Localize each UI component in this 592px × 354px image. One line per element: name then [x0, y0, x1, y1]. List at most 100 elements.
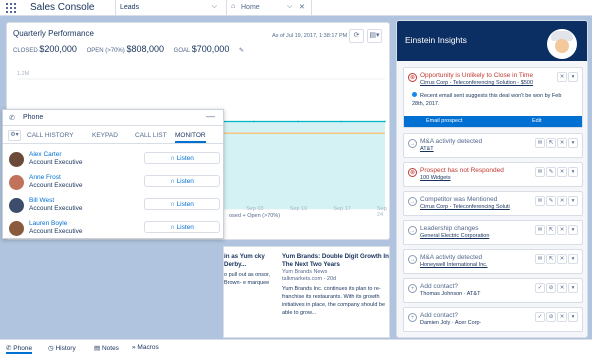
- listen-button[interactable]: ∩ Listen: [144, 198, 220, 210]
- insight-title[interactable]: Add contact?: [420, 283, 458, 290]
- tab-keypad[interactable]: KEYPAD: [92, 132, 118, 139]
- insight-record-link[interactable]: Honeywell International Inc.: [420, 262, 488, 268]
- block-icon[interactable]: ⊘: [546, 283, 556, 293]
- agent-name[interactable]: Alex Carter: [29, 151, 62, 158]
- agent-name[interactable]: Bill West: [29, 197, 54, 204]
- chevron-down-icon[interactable]: ▾: [568, 196, 578, 206]
- close-icon[interactable]: ✕: [557, 138, 567, 148]
- card-title: Quarterly Performance: [13, 29, 94, 38]
- close-icon[interactable]: ✕: [557, 196, 567, 206]
- insight-title[interactable]: Competitor was Mentioned: [420, 196, 497, 203]
- home-icon: ⌂: [231, 3, 236, 10]
- share-icon[interactable]: ⇱: [546, 254, 556, 264]
- email-icon[interactable]: ✉: [535, 225, 545, 235]
- insight-record-link[interactable]: General Electric Corporation: [420, 233, 489, 239]
- news-title[interactable]: Yum Brands: Double Digit Growth In The N…: [282, 253, 390, 269]
- minimize-button[interactable]: —: [206, 111, 215, 121]
- close-icon[interactable]: ✕: [557, 167, 567, 177]
- email-icon[interactable]: ✉: [535, 254, 545, 264]
- calendar-menu-button[interactable]: ▤▾: [367, 29, 382, 43]
- listen-button[interactable]: ∩ Listen: [144, 221, 220, 233]
- object-nav-tab[interactable]: Leads ⌵: [115, 0, 225, 16]
- chevron-down-icon[interactable]: ▾: [568, 283, 578, 293]
- data-point: [297, 120, 299, 123]
- einstein-header: Einstein Insights: [397, 21, 587, 61]
- insight-title[interactable]: Prospect has not Responded: [420, 167, 504, 174]
- check-icon[interactable]: ✓: [535, 283, 545, 293]
- agent-name[interactable]: Anne Frost: [29, 174, 61, 181]
- agent-name[interactable]: Lauren Boyle: [29, 220, 67, 227]
- chevron-down-icon[interactable]: ▾: [568, 254, 578, 264]
- app-launcher-icon[interactable]: [6, 3, 16, 13]
- insight-record-link[interactable]: Damien Joly · Acer Corp·: [420, 320, 481, 326]
- refresh-button[interactable]: ⟳: [349, 29, 364, 43]
- arrow-right-icon: →: [408, 197, 417, 206]
- agent-role: Account Executive: [29, 228, 83, 235]
- chevron-down-icon[interactable]: ▾: [568, 167, 578, 177]
- tab-monitor[interactable]: MONITOR: [175, 132, 206, 143]
- utility-item-macros[interactable]: » Macros: [132, 344, 159, 351]
- chevron-down-icon[interactable]: ⌵: [212, 3, 217, 11]
- news-card: in as Yum cky Derby... o pull out as ons…: [223, 246, 390, 338]
- gear-icon[interactable]: ⚙▾: [8, 130, 21, 141]
- listen-button[interactable]: ∩ Listen: [144, 175, 220, 187]
- check-icon[interactable]: ✓: [535, 312, 545, 322]
- insight-record-link[interactable]: Thomas Johnson · AT&T: [420, 291, 480, 297]
- alert-icon: ⊗: [408, 73, 417, 82]
- email-icon[interactable]: ✉: [535, 138, 545, 148]
- chevron-down-icon[interactable]: ▾: [568, 72, 578, 82]
- edit-button[interactable]: Edit: [532, 116, 541, 127]
- insight-note-text: Recent email sent suggests this deal won…: [412, 93, 562, 107]
- edit-icon[interactable]: ✎: [546, 196, 556, 206]
- share-icon[interactable]: ⇱: [546, 225, 556, 235]
- email-icon[interactable]: ✉: [535, 167, 545, 177]
- share-icon[interactable]: ⇱: [546, 138, 556, 148]
- chevron-down-icon[interactable]: ▾: [568, 312, 578, 322]
- chevron-down-icon[interactable]: ▾: [568, 138, 578, 148]
- close-icon[interactable]: ✕: [557, 283, 567, 293]
- edit-icon[interactable]: ✎: [546, 167, 556, 177]
- avatar: [9, 221, 24, 236]
- utility-item-history[interactable]: ◷ History: [48, 344, 76, 352]
- agent-role: Account Executive: [29, 182, 83, 189]
- close-icon[interactable]: ✕: [557, 72, 567, 82]
- insight-title[interactable]: Opportunity is Unlikely to Close in Time: [420, 72, 533, 79]
- news-title[interactable]: in as Yum cky Derby...: [224, 253, 276, 269]
- tab-call-history[interactable]: CALL HISTORY: [27, 132, 73, 139]
- insight-record-link[interactable]: AT&T: [420, 146, 434, 152]
- block-icon[interactable]: ⊘: [546, 312, 556, 322]
- insight-title[interactable]: M&A activity detected: [420, 254, 482, 261]
- insight-title[interactable]: Add contact?: [420, 312, 458, 319]
- close-icon[interactable]: ✕: [557, 312, 567, 322]
- insight-title[interactable]: Leadership changes: [420, 225, 479, 232]
- close-icon[interactable]: ✕: [557, 254, 567, 264]
- close-icon[interactable]: ✕: [557, 225, 567, 235]
- tab-call-list[interactable]: CALL LIST: [135, 132, 167, 139]
- chart-legend: osed + Open (>70%): [229, 213, 281, 219]
- workspace-tab-home[interactable]: ⌂ Home ⌵ ✕: [226, 0, 312, 16]
- utility-item-phone[interactable]: ✆ Phone: [6, 344, 33, 354]
- utility-item-notes[interactable]: ▤ Notes: [94, 344, 119, 352]
- news-item[interactable]: in as Yum cky Derby... o pull out as ons…: [224, 253, 276, 287]
- phone-header: ✆ Phone —: [3, 110, 223, 126]
- phone-panel: ✆ Phone — ⚙▾ CALL HISTORY KEYPAD CALL LI…: [2, 109, 224, 239]
- agent-row: Bill West Account Executive ∩ Listen: [9, 196, 220, 218]
- listen-button[interactable]: ∩ Listen: [144, 152, 220, 164]
- close-icon[interactable]: ✕: [299, 3, 305, 11]
- insight-record-link[interactable]: Cirrus Corp - Teleconferencing Soluti: [420, 204, 538, 210]
- pencil-icon[interactable]: ✎: [239, 48, 244, 54]
- insight-record-link[interactable]: 100 Widgets: [420, 175, 451, 181]
- open-label: OPEN (>70%): [86, 48, 125, 54]
- news-item[interactable]: Yum Brands: Double Digit Growth In The N…: [282, 253, 390, 317]
- email-prospect-button[interactable]: Email prospect: [426, 116, 462, 127]
- closed-label: CLOSED: [13, 48, 38, 54]
- avatar: [9, 175, 24, 190]
- insight-title[interactable]: M&A activity detected: [420, 138, 482, 145]
- chevron-down-icon[interactable]: ⌵: [287, 3, 292, 11]
- insight-actions: ✉ ⇱ ✕ ▾: [534, 138, 578, 148]
- insight-record-link[interactable]: Cirrus Corp - Teleconferencing Solution …: [420, 80, 550, 86]
- email-icon[interactable]: ✉: [535, 196, 545, 206]
- x-tick-label: Sep 03: [246, 206, 264, 212]
- chevron-down-icon[interactable]: ▾: [568, 225, 578, 235]
- insight-actions: ✉ ✎ ✕ ▾: [534, 167, 578, 177]
